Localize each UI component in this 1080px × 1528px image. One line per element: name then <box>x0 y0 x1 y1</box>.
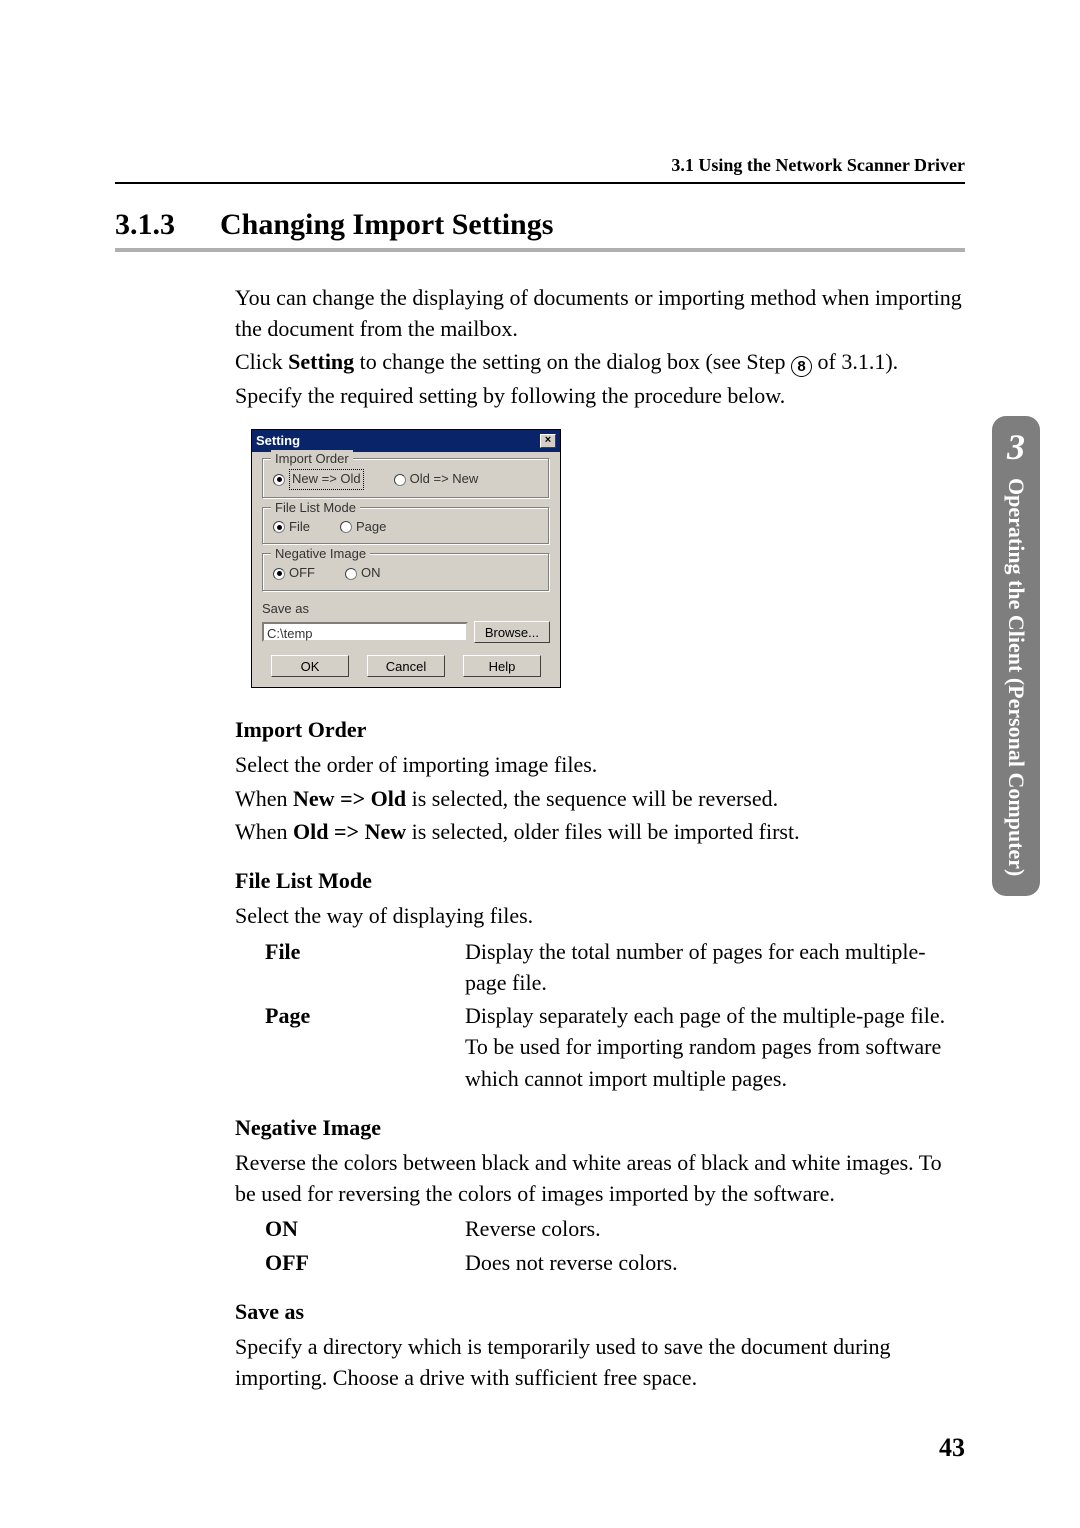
negative-image-p: Reverse the colors between black and whi… <box>235 1147 965 1209</box>
side-tab: 3 Operating the Client (Personal Compute… <box>992 416 1040 896</box>
browse-button[interactable]: Browse... <box>474 621 550 643</box>
save-as-input[interactable]: C:\temp <box>262 622 468 642</box>
save-as-p: Specify a directory which is temporarily… <box>235 1331 965 1393</box>
section-heading: 3.1.3 Changing Import Settings <box>115 208 965 252</box>
side-tab-label: Operating the Client (Personal Computer) <box>1003 478 1029 876</box>
ok-button[interactable]: OK <box>271 655 349 677</box>
page-number: 43 <box>939 1433 965 1463</box>
intro-p2: Click Setting to change the setting on t… <box>235 346 965 377</box>
group-import-order: Import Order New => Old Old => New <box>262 458 550 498</box>
section-number: 3.1.3 <box>115 208 175 242</box>
file-list-mode-p: Select the way of displaying files. <box>235 900 965 931</box>
dialog-titlebar: Setting × <box>252 430 560 452</box>
import-order-p2: When New => Old is selected, the sequenc… <box>235 783 965 814</box>
import-order-p1: Select the order of importing image file… <box>235 749 965 780</box>
radio-page[interactable]: Page <box>340 518 386 536</box>
save-as-heading: Save as <box>235 1296 965 1327</box>
radio-old-new[interactable]: Old => New <box>394 470 479 488</box>
dialog-title: Setting <box>256 432 300 450</box>
radio-new-old[interactable]: New => Old <box>273 469 364 489</box>
radio-file[interactable]: File <box>273 518 310 536</box>
close-icon[interactable]: × <box>540 434 556 448</box>
cancel-button[interactable]: Cancel <box>367 655 445 677</box>
side-tab-number: 3 <box>992 426 1040 468</box>
list-item: Page Display separately each page of the… <box>265 1000 965 1094</box>
intro-p1: You can change the displaying of documen… <box>235 282 965 344</box>
radio-on[interactable]: ON <box>345 564 381 582</box>
list-item: OFF Does not reverse colors. <box>265 1247 965 1278</box>
step-circle-8: 8 <box>791 356 812 377</box>
group-file-list-mode: File List Mode File Page <box>262 507 550 545</box>
group-negative-image: Negative Image OFF ON <box>262 553 550 591</box>
import-order-heading: Import Order <box>235 714 965 745</box>
import-order-p3: When Old => New is selected, older files… <box>235 816 965 847</box>
list-item: File Display the total number of pages f… <box>265 936 965 998</box>
save-as-label: Save as <box>262 600 550 618</box>
negative-image-heading: Negative Image <box>235 1112 965 1143</box>
help-button[interactable]: Help <box>463 655 541 677</box>
setting-dialog: Setting × Import Order New => Old Old =>… <box>251 429 561 688</box>
file-list-mode-heading: File List Mode <box>235 865 965 896</box>
list-item: ON Reverse colors. <box>265 1213 965 1244</box>
radio-off[interactable]: OFF <box>273 564 315 582</box>
intro-p3: Specify the required setting by followin… <box>235 380 965 411</box>
page-header: 3.1 Using the Network Scanner Driver <box>115 155 965 184</box>
section-title-text: Changing Import Settings <box>220 208 553 242</box>
